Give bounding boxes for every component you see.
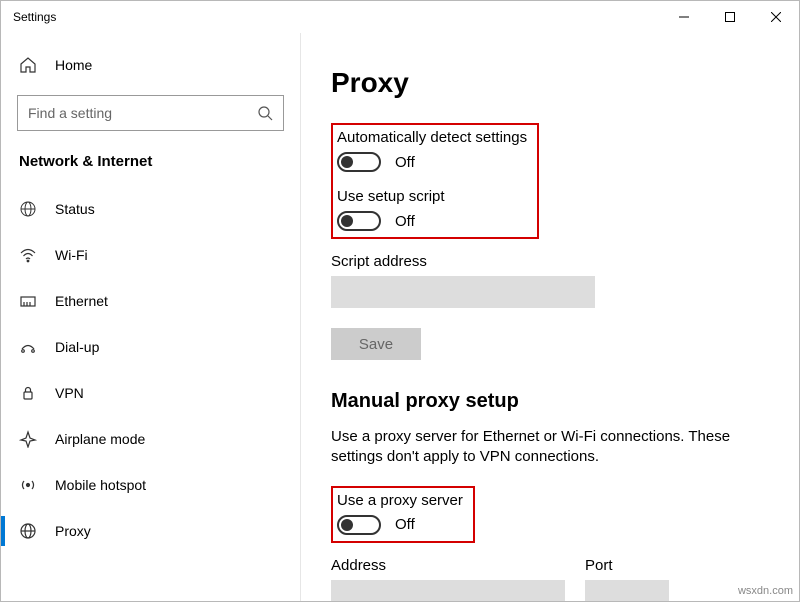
sidebar-item-label: Proxy — [55, 523, 91, 539]
maximize-button[interactable] — [707, 1, 753, 33]
port-label: Port — [585, 557, 669, 574]
setup-script-label: Use setup script — [337, 188, 527, 205]
proxy-icon — [19, 522, 37, 540]
address-port-row: Address Port — [331, 553, 769, 602]
window-title: Settings — [13, 10, 56, 24]
use-proxy-row: Off — [337, 515, 463, 535]
use-proxy-toggle[interactable] — [337, 515, 381, 535]
sidebar-item-label: Dial-up — [55, 339, 99, 355]
sidebar-item-vpn[interactable]: VPN — [1, 370, 300, 416]
minimize-button[interactable] — [661, 1, 707, 33]
dialup-icon — [19, 338, 37, 356]
titlebar-controls — [661, 1, 799, 33]
sidebar-item-proxy[interactable]: Proxy — [1, 508, 300, 554]
sidebar-item-label: Ethernet — [55, 293, 108, 309]
auto-detect-state: Off — [395, 154, 415, 171]
wifi-icon — [19, 246, 37, 264]
setup-script-row: Off — [337, 211, 527, 231]
titlebar: Settings — [1, 1, 799, 33]
save-button[interactable]: Save — [331, 328, 421, 360]
airplane-icon — [19, 430, 37, 448]
script-address-input[interactable] — [331, 276, 595, 308]
sidebar-item-label: Wi-Fi — [55, 247, 88, 263]
use-proxy-label: Use a proxy server — [337, 492, 463, 509]
search-placeholder: Find a setting — [28, 105, 112, 121]
home-label: Home — [55, 57, 92, 73]
page-title: Proxy — [331, 67, 769, 99]
globe-icon — [19, 200, 37, 218]
port-block: Port — [585, 557, 669, 602]
setup-script-state: Off — [395, 213, 415, 230]
vpn-icon — [19, 384, 37, 402]
address-input[interactable] — [331, 580, 565, 602]
main-content: Proxy Automatically detect settings Off … — [301, 33, 799, 601]
sidebar-item-airplane[interactable]: Airplane mode — [1, 416, 300, 462]
auto-detect-toggle[interactable] — [337, 152, 381, 172]
home-button[interactable]: Home — [1, 45, 300, 85]
address-block: Address — [331, 557, 565, 602]
highlight-proxy-section: Use a proxy server Off — [331, 486, 475, 543]
section-header: Network & Internet — [1, 147, 300, 186]
manual-title: Manual proxy setup — [331, 390, 769, 413]
highlight-auto-section: Automatically detect settings Off Use se… — [331, 123, 539, 239]
sidebar: Home Find a setting Network & Internet S… — [1, 33, 301, 601]
sidebar-item-ethernet[interactable]: Ethernet — [1, 278, 300, 324]
sidebar-item-label: Status — [55, 201, 95, 217]
auto-detect-row: Off — [337, 152, 527, 172]
close-button[interactable] — [753, 1, 799, 33]
manual-desc: Use a proxy server for Ethernet or Wi-Fi… — [331, 427, 751, 468]
address-label: Address — [331, 557, 565, 574]
sidebar-item-label: VPN — [55, 385, 84, 401]
search-input[interactable]: Find a setting — [17, 95, 284, 131]
port-input[interactable] — [585, 580, 669, 602]
settings-window: Settings Home Find a setting — [0, 0, 800, 602]
sidebar-item-status[interactable]: Status — [1, 186, 300, 232]
search-icon — [257, 105, 273, 121]
setup-script-toggle[interactable] — [337, 211, 381, 231]
watermark: wsxdn.com — [738, 585, 793, 597]
ethernet-icon — [19, 292, 37, 310]
sidebar-item-wifi[interactable]: Wi-Fi — [1, 232, 300, 278]
sidebar-item-hotspot[interactable]: Mobile hotspot — [1, 462, 300, 508]
auto-detect-label: Automatically detect settings — [337, 129, 527, 146]
body: Home Find a setting Network & Internet S… — [1, 33, 799, 601]
script-address-block: Script address — [331, 253, 769, 308]
script-address-label: Script address — [331, 253, 769, 270]
sidebar-item-label: Airplane mode — [55, 431, 145, 447]
hotspot-icon — [19, 476, 37, 494]
use-proxy-state: Off — [395, 516, 415, 533]
home-icon — [19, 56, 37, 74]
sidebar-item-dialup[interactable]: Dial-up — [1, 324, 300, 370]
sidebar-item-label: Mobile hotspot — [55, 477, 146, 493]
